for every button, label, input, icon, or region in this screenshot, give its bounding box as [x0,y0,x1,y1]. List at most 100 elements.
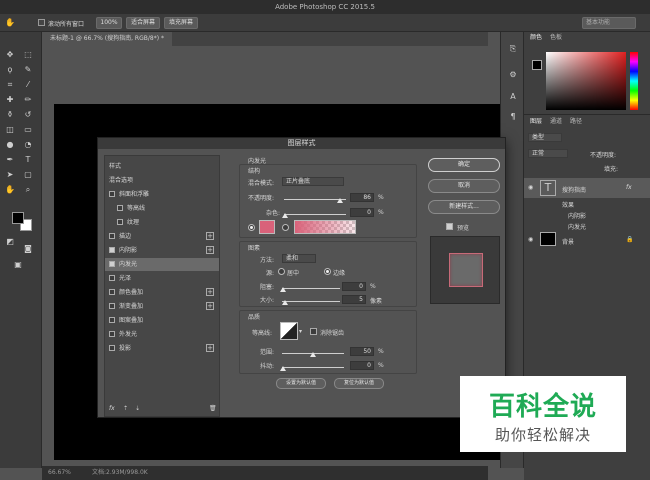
add-effect-icon[interactable]: + [206,344,214,352]
style-checkbox[interactable] [109,261,115,267]
tab-channels[interactable]: 通道 [550,116,562,128]
layer-row[interactable]: ◉ 背景 🔒 [524,230,650,250]
add-effect-icon[interactable]: + [206,232,214,240]
move-tool-icon[interactable]: ✥ [4,50,16,60]
tab-swatches[interactable]: 色板 [550,32,562,44]
style-checkbox[interactable] [117,205,123,211]
move-down-icon[interactable]: ⇣ [135,405,140,412]
contour-dropdown-icon[interactable]: ▾ [299,328,302,335]
fx-menu-icon[interactable]: fx [109,405,115,412]
layer-effects-row[interactable]: 效果 [524,198,650,209]
style-checkbox[interactable] [109,345,115,351]
rectangle-tool-icon[interactable]: ▢ [22,170,34,180]
gradient-radio[interactable] [282,224,289,231]
layer-row[interactable]: ◉ T 搜狗指南 fx [524,178,650,198]
zoom-level[interactable]: 66.67% [48,466,71,480]
healing-brush-icon[interactable]: ✚ [4,95,16,105]
scroll-all-checkbox[interactable] [38,19,45,26]
cancel-button[interactable]: 取消 [428,179,500,193]
style-checkbox[interactable] [109,317,115,323]
size-slider-knob[interactable] [282,300,288,305]
style-item[interactable]: 纹理 [105,216,219,229]
paragraph-panel-icon[interactable]: ¶ [507,112,519,122]
history-panel-icon[interactable]: ⎘ [507,44,519,54]
jitter-slider-knob[interactable] [280,366,286,371]
style-checkbox[interactable] [109,275,115,281]
character-panel-icon[interactable]: A [507,92,519,102]
blur-tool-icon[interactable]: ● [4,140,16,150]
opacity-value[interactable]: 86 [350,193,374,202]
clone-stamp-icon[interactable]: ⚱ [4,110,16,120]
reset-default-button[interactable]: 复位为默认值 [334,378,384,389]
style-checkbox[interactable] [109,331,115,337]
visibility-eye-icon[interactable]: ◉ [528,236,533,243]
layer-effect-item[interactable]: 内阴影 [524,209,650,220]
blend-mode-select[interactable]: 正片叠底 [282,177,344,186]
style-checkbox[interactable] [117,219,123,225]
foreground-color-swatch[interactable] [12,212,24,224]
new-style-button[interactable]: 新建样式... [428,200,500,214]
workspace-select[interactable]: 基本功能 [582,17,636,29]
layer-blend-select[interactable]: 正常 [528,149,568,158]
method-select[interactable]: 柔和 [282,254,316,263]
marquee-tool-icon[interactable]: ⬚ [22,50,34,60]
source-center-radio[interactable] [278,268,285,275]
gradient-swatch[interactable] [294,220,356,234]
glow-color-swatch[interactable] [259,220,275,234]
style-item[interactable]: 斜面和浮雕 [105,188,219,201]
hue-slider[interactable] [630,52,638,110]
preview-checkbox[interactable] [446,223,453,230]
styles-header[interactable]: 样式 [109,161,121,170]
default-colors-icon[interactable]: ◩ [4,237,16,247]
fill-screen-button[interactable]: 填充屏幕 [164,17,198,29]
gradient-tool-icon[interactable]: ▭ [22,125,34,135]
color-field[interactable] [546,52,626,110]
zoom-100-button[interactable]: 100% [96,17,122,29]
jitter-slider[interactable] [282,367,344,368]
brush-tool-icon[interactable]: ✏ [22,95,34,105]
solid-color-radio[interactable] [248,224,255,231]
add-effect-icon[interactable]: + [206,302,214,310]
hand-tool-icon[interactable]: ✋ [4,185,16,195]
noise-slider-knob[interactable] [282,213,288,218]
choke-slider-knob[interactable] [280,287,286,292]
style-item[interactable]: 内阴影 + [105,244,219,257]
lasso-tool-icon[interactable]: ϙ [4,65,16,75]
noise-value[interactable]: 0 [350,208,374,217]
choke-value[interactable]: 0 [342,282,366,291]
move-up-icon[interactable]: ⇡ [123,405,128,412]
add-effect-icon[interactable]: + [206,246,214,254]
style-item[interactable]: 图案叠加 [105,314,219,327]
tab-layers[interactable]: 图层 [530,116,542,128]
style-checkbox[interactable] [109,303,115,309]
hand-tool-icon[interactable]: ✋ [4,18,16,28]
eraser-tool-icon[interactable]: ◫ [4,125,16,135]
eyedropper-icon[interactable]: ⁄ [22,80,34,90]
style-item[interactable]: 描边 + [105,230,219,243]
ok-button[interactable]: 确定 [428,158,500,172]
panel-foreground-swatch[interactable] [532,60,542,70]
noise-slider[interactable] [284,214,346,215]
style-item[interactable]: 光泽 [105,272,219,285]
tab-paths[interactable]: 路径 [570,116,582,128]
properties-panel-icon[interactable]: ⚙ [507,70,519,80]
jitter-value[interactable]: 0 [350,361,374,370]
tab-color[interactable]: 颜色 [530,32,542,44]
crop-tool-icon[interactable]: ⌗ [4,80,16,90]
style-item[interactable]: 投影 + [105,342,219,355]
size-value[interactable]: 5 [342,295,366,304]
size-slider[interactable] [282,301,340,302]
history-brush-icon[interactable]: ↺ [22,110,34,120]
fit-screen-button[interactable]: 适合屏幕 [126,17,160,29]
layer-name[interactable]: 搜狗指南 [562,185,586,194]
style-item[interactable]: 等高线 [105,202,219,215]
range-slider-knob[interactable] [310,352,316,357]
opacity-slider-knob[interactable] [337,198,343,203]
quick-mask-icon[interactable]: ◙ [22,244,34,254]
layer-fx-icon[interactable]: fx [626,184,632,191]
style-item[interactable]: 外发光 [105,328,219,341]
choke-slider[interactable] [282,288,340,289]
style-item[interactable]: 渐变叠加 + [105,300,219,313]
quick-select-icon[interactable]: ✎ [22,65,34,75]
anti-alias-checkbox[interactable] [310,328,317,335]
